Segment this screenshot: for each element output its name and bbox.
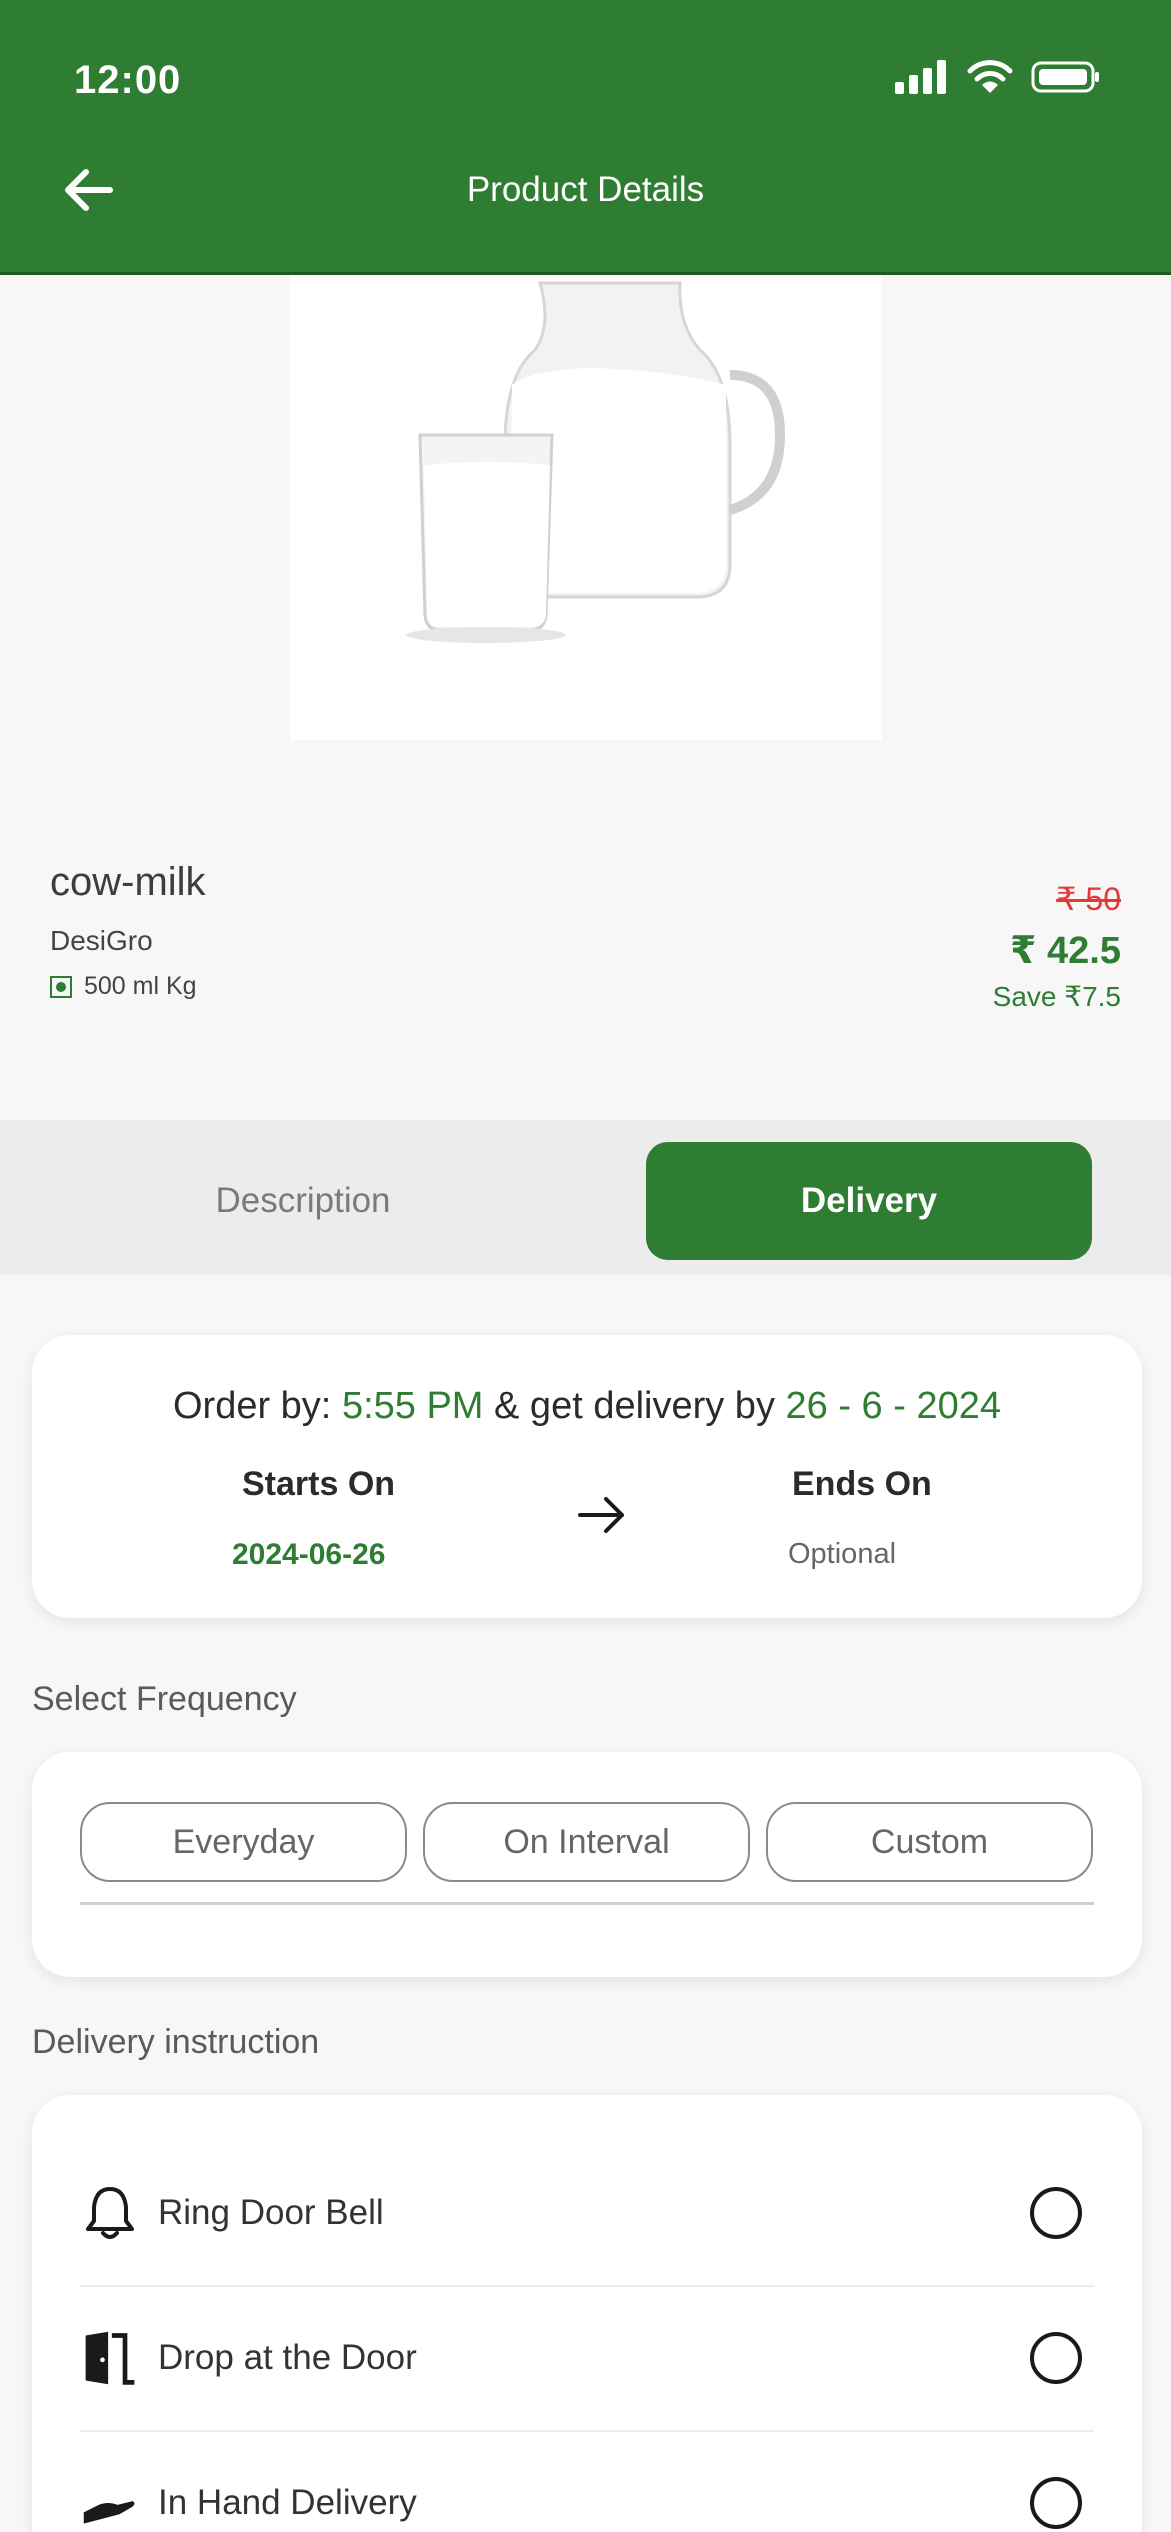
end-date-button[interactable]: Optional (788, 1538, 896, 1571)
app-header: 12:00 Product Details (0, 0, 1171, 275)
delivery-date: 26 - 6 - 2024 (785, 1385, 1001, 1427)
starts-on-label: Starts On (242, 1465, 396, 1503)
instruction-ring-bell[interactable]: Ring Door Bell (80, 2140, 1094, 2285)
frequency-card: Everyday On Interval Custom (32, 1752, 1142, 1977)
frequency-custom-button[interactable]: Custom (766, 1802, 1093, 1882)
instruction-label: Ring Door Bell (158, 2192, 384, 2232)
veg-indicator-icon (50, 975, 72, 998)
product-name: cow-milk (50, 860, 206, 904)
instruction-card: Ring Door Bell Drop at the Door In Hand … (32, 2095, 1142, 2532)
order-deadline-text: Order by: 5:55 PM & get delivery by 26 -… (32, 1385, 1142, 1428)
instruction-section-title: Delivery instruction (32, 2023, 320, 2061)
savings-label: Save ₹7.5 (992, 981, 1121, 1012)
start-date-button[interactable]: 2024-06-26 (232, 1538, 385, 1572)
tab-description[interactable]: Description (80, 1142, 526, 1260)
signal-icon (895, 60, 946, 94)
door-icon (80, 2328, 140, 2388)
instruction-label: Drop at the Door (158, 2337, 417, 2377)
order-by-time: 5:55 PM (341, 1385, 484, 1427)
bell-icon (80, 2183, 140, 2243)
quantity-label: 500 ml Kg (84, 972, 197, 1000)
hand-icon (80, 2473, 140, 2532)
tab-bar: Description Delivery (0, 1120, 1171, 1275)
instruction-drop-door[interactable]: Drop at the Door (80, 2285, 1094, 2430)
delivery-by-label: & get delivery by (483, 1385, 786, 1427)
page-title: Product Details (466, 170, 705, 209)
instruction-label: In Hand Delivery (158, 2482, 417, 2522)
original-price: ₹ 50 (1056, 881, 1121, 917)
delivery-schedule-card: Order by: 5:55 PM & get delivery by 26 -… (32, 1335, 1142, 1618)
milk-jug-illustration (406, 281, 786, 643)
product-image (290, 275, 882, 740)
frequency-interval-button[interactable]: On Interval (423, 1802, 750, 1882)
radio-in-hand[interactable] (1030, 2476, 1082, 2529)
frequency-section-title: Select Frequency (32, 1680, 297, 1718)
divider (80, 1902, 1094, 1905)
status-icons (895, 60, 1101, 94)
wifi-icon (967, 60, 1013, 93)
radio-ring-bell[interactable] (1030, 2186, 1082, 2239)
battery-icon (1031, 61, 1099, 93)
radio-drop-door[interactable] (1030, 2331, 1082, 2384)
product-brand: DesiGro (50, 925, 153, 956)
status-time: 12:00 (74, 58, 182, 102)
arrow-right-icon (578, 1497, 624, 1533)
tab-delivery[interactable]: Delivery (646, 1142, 1092, 1260)
order-by-label: Order by: (172, 1385, 342, 1427)
instruction-in-hand[interactable]: In Hand Delivery (80, 2430, 1094, 2532)
frequency-everyday-button[interactable]: Everyday (80, 1802, 407, 1882)
discounted-price: ₹ 42.5 (1010, 930, 1121, 972)
ends-on-label: Ends On (792, 1465, 932, 1503)
product-quantity: 500 ml Kg (50, 972, 197, 1001)
